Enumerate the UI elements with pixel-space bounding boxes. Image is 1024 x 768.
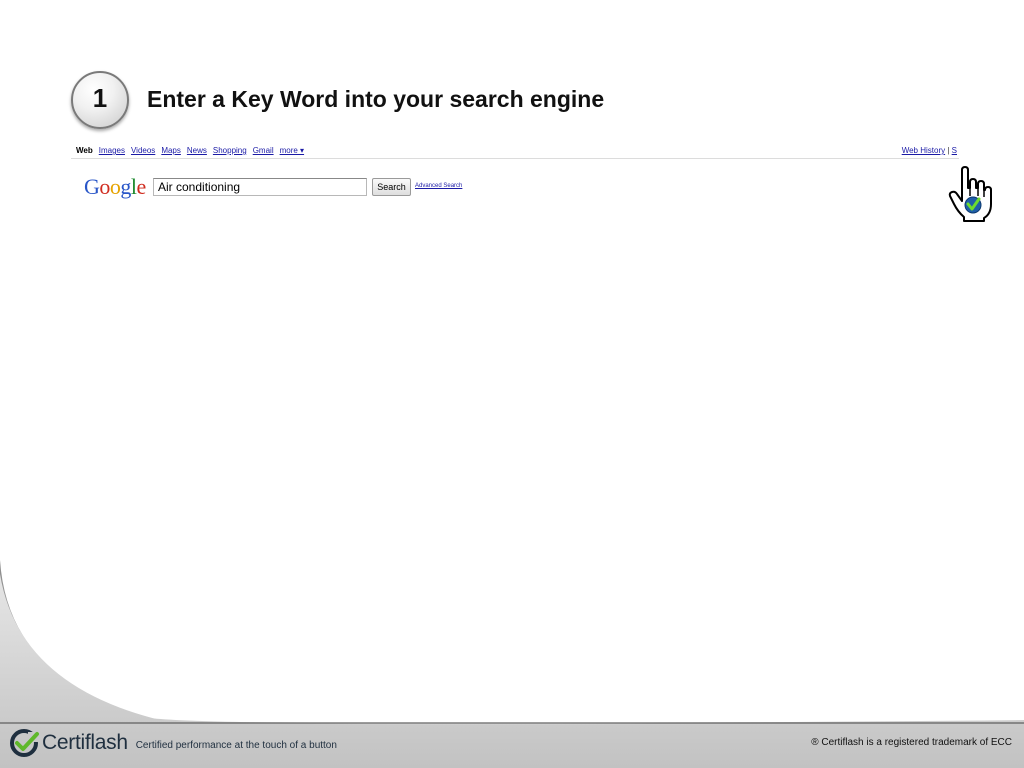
search-input[interactable]: Air conditioning [153, 178, 367, 196]
web-history-link[interactable]: Web History [902, 146, 945, 155]
slide-title: Enter a Key Word into your search engine [147, 86, 605, 112]
certiflash-check-icon [10, 729, 40, 757]
cut-off-link[interactable]: S [952, 146, 957, 155]
google-nav: Web Images Videos Maps News Shopping Gma… [76, 146, 304, 155]
step-number-badge: 1 [71, 71, 129, 129]
logo-letter: o [99, 174, 110, 199]
google-top-bar: Web Images Videos Maps News Shopping Gma… [71, 144, 959, 159]
nav-web[interactable]: Web [76, 146, 93, 155]
trademark-notice: ® Certiflash is a registered trademark o… [811, 737, 1012, 748]
logo-letter: G [84, 174, 100, 199]
hand-pointer-icon [948, 166, 992, 222]
nav-images[interactable]: Images [99, 146, 125, 155]
brand-name: Certiflash [42, 731, 128, 754]
certiflash-logo: Certiflash Certified performance at the … [10, 728, 337, 758]
step-number: 1 [92, 82, 108, 113]
google-logo[interactable]: Google [84, 174, 146, 200]
google-account-links: Web History | S [902, 146, 957, 155]
nav-maps[interactable]: Maps [161, 146, 181, 155]
nav-videos[interactable]: Videos [131, 146, 155, 155]
brand-tagline: Certified performance at the touch of a … [135, 739, 337, 751]
nav-gmail[interactable]: Gmail [253, 146, 274, 155]
nav-news[interactable]: News [187, 146, 207, 155]
logo-letter: e [136, 174, 147, 199]
link-separator: | [947, 146, 950, 155]
nav-more[interactable]: more ▾ [280, 146, 304, 155]
logo-letter: g [120, 174, 131, 199]
search-button[interactable]: Search [372, 178, 411, 196]
advanced-search-link[interactable]: Advanced Search [415, 183, 462, 189]
logo-letter: o [109, 174, 121, 199]
nav-shopping[interactable]: Shopping [213, 146, 247, 155]
